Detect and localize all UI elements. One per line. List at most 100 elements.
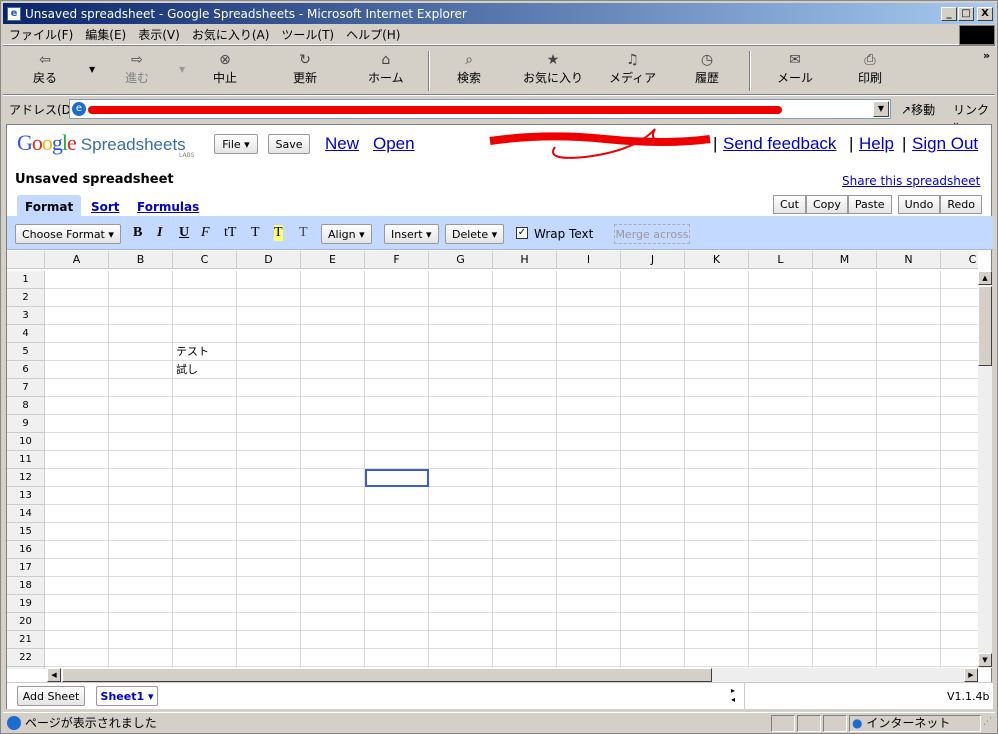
grid-cell[interactable]: [877, 451, 941, 469]
grid-cell[interactable]: [365, 649, 429, 667]
grid-cell[interactable]: [813, 433, 877, 451]
grid-cell[interactable]: [173, 325, 237, 343]
grid-cell[interactable]: [365, 361, 429, 379]
grid-cell[interactable]: [877, 469, 941, 487]
grid-cell[interactable]: [621, 631, 685, 649]
grid-cell[interactable]: [685, 649, 749, 667]
grid-cell[interactable]: [237, 397, 301, 415]
grid-cell[interactable]: [941, 523, 978, 541]
grid-cell[interactable]: [941, 271, 978, 289]
column-header[interactable]: H: [493, 251, 557, 269]
grid-cell[interactable]: [813, 505, 877, 523]
grid-cell[interactable]: [685, 559, 749, 577]
grid-cell[interactable]: [877, 361, 941, 379]
grid-cell[interactable]: [621, 361, 685, 379]
media-button[interactable]: ♫ メディア: [609, 51, 656, 86]
grid-cell[interactable]: [685, 361, 749, 379]
grid-cell[interactable]: [429, 631, 493, 649]
grid-cell[interactable]: [365, 415, 429, 433]
selected-cell[interactable]: [365, 469, 429, 487]
grid-cell[interactable]: [365, 379, 429, 397]
row-header[interactable]: 10: [7, 433, 45, 451]
grid-cell[interactable]: [941, 559, 978, 577]
clear-format-icon[interactable]: T: [299, 225, 308, 241]
grid-cell[interactable]: [45, 307, 109, 325]
grid-cell[interactable]: [749, 559, 813, 577]
grid-cell[interactable]: [685, 433, 749, 451]
grid-cell[interactable]: [685, 631, 749, 649]
grid-cell[interactable]: [493, 361, 557, 379]
grid-cell[interactable]: [301, 613, 365, 631]
grid-cell[interactable]: [237, 523, 301, 541]
grid-cell[interactable]: [45, 379, 109, 397]
grid-cell[interactable]: [365, 541, 429, 559]
menu-view[interactable]: 表示(V): [132, 26, 186, 43]
column-header[interactable]: L: [749, 251, 813, 269]
tab-format[interactable]: Format: [17, 195, 82, 217]
scroll-down-icon[interactable]: ▼: [978, 653, 992, 667]
grid-cell[interactable]: [813, 379, 877, 397]
grid-cell[interactable]: [45, 289, 109, 307]
grid-cell[interactable]: [941, 325, 978, 343]
grid-cell[interactable]: [877, 271, 941, 289]
grid-cell[interactable]: [429, 343, 493, 361]
grid-cell[interactable]: [941, 505, 978, 523]
grid-cell[interactable]: [621, 613, 685, 631]
grid-cell[interactable]: [813, 361, 877, 379]
search-button[interactable]: ⌕ 検索: [457, 51, 481, 86]
grid-cell[interactable]: [941, 451, 978, 469]
row-header[interactable]: 14: [7, 505, 45, 523]
grid-cell[interactable]: [429, 559, 493, 577]
grid-cell[interactable]: [237, 505, 301, 523]
grid-cell[interactable]: [877, 343, 941, 361]
grid-cell[interactable]: [365, 451, 429, 469]
grid-cell[interactable]: [493, 271, 557, 289]
send-feedback-link[interactable]: Send feedback: [723, 134, 836, 154]
grid-cell[interactable]: [813, 271, 877, 289]
column-header[interactable]: M: [813, 251, 877, 269]
grid-cell[interactable]: [493, 307, 557, 325]
grid-cell[interactable]: [109, 307, 173, 325]
grid-cell[interactable]: [941, 613, 978, 631]
column-header[interactable]: B: [109, 251, 173, 269]
grid-cell[interactable]: [749, 343, 813, 361]
grid-cell[interactable]: [365, 397, 429, 415]
grid-cell[interactable]: [621, 325, 685, 343]
grid-cell[interactable]: [685, 451, 749, 469]
grid-cell[interactable]: [301, 541, 365, 559]
grid-cell[interactable]: [365, 271, 429, 289]
share-link[interactable]: Share this spreadsheet: [842, 174, 980, 188]
grid-cell[interactable]: [685, 307, 749, 325]
grid-cell[interactable]: [237, 343, 301, 361]
grid-cell[interactable]: [429, 469, 493, 487]
grid-cell[interactable]: [621, 271, 685, 289]
grid-cell[interactable]: [493, 523, 557, 541]
grid-cell[interactable]: [173, 289, 237, 307]
grid-cell[interactable]: [45, 613, 109, 631]
close-button[interactable]: X: [977, 6, 993, 21]
grid-cell[interactable]: [557, 469, 621, 487]
grid-cell[interactable]: [877, 541, 941, 559]
grid-cell[interactable]: [877, 379, 941, 397]
grid-cell[interactable]: [45, 541, 109, 559]
grid-cell[interactable]: [941, 433, 978, 451]
insert-dropdown[interactable]: Insert ▾: [384, 224, 439, 244]
grid-cell[interactable]: [109, 541, 173, 559]
grid-cell[interactable]: [173, 559, 237, 577]
column-header[interactable]: K: [685, 251, 749, 269]
grid-cell[interactable]: [45, 595, 109, 613]
column-header[interactable]: C: [941, 251, 978, 269]
underline-button[interactable]: U: [179, 225, 189, 241]
forward-button[interactable]: ⇨ 進む: [125, 51, 149, 86]
forward-dropdown-icon[interactable]: ▼: [179, 65, 185, 74]
grid-cell[interactable]: [557, 577, 621, 595]
stop-button[interactable]: ⊗ 中止: [213, 51, 237, 86]
grid-cell[interactable]: [173, 451, 237, 469]
grid-cell[interactable]: [237, 307, 301, 325]
grid-cell[interactable]: [813, 649, 877, 667]
back-button[interactable]: ⇦ 戻る: [33, 51, 57, 86]
grid-cell[interactable]: [621, 649, 685, 667]
grid-cell[interactable]: [493, 325, 557, 343]
row-header[interactable]: 11: [7, 451, 45, 469]
grid-cell[interactable]: [365, 523, 429, 541]
